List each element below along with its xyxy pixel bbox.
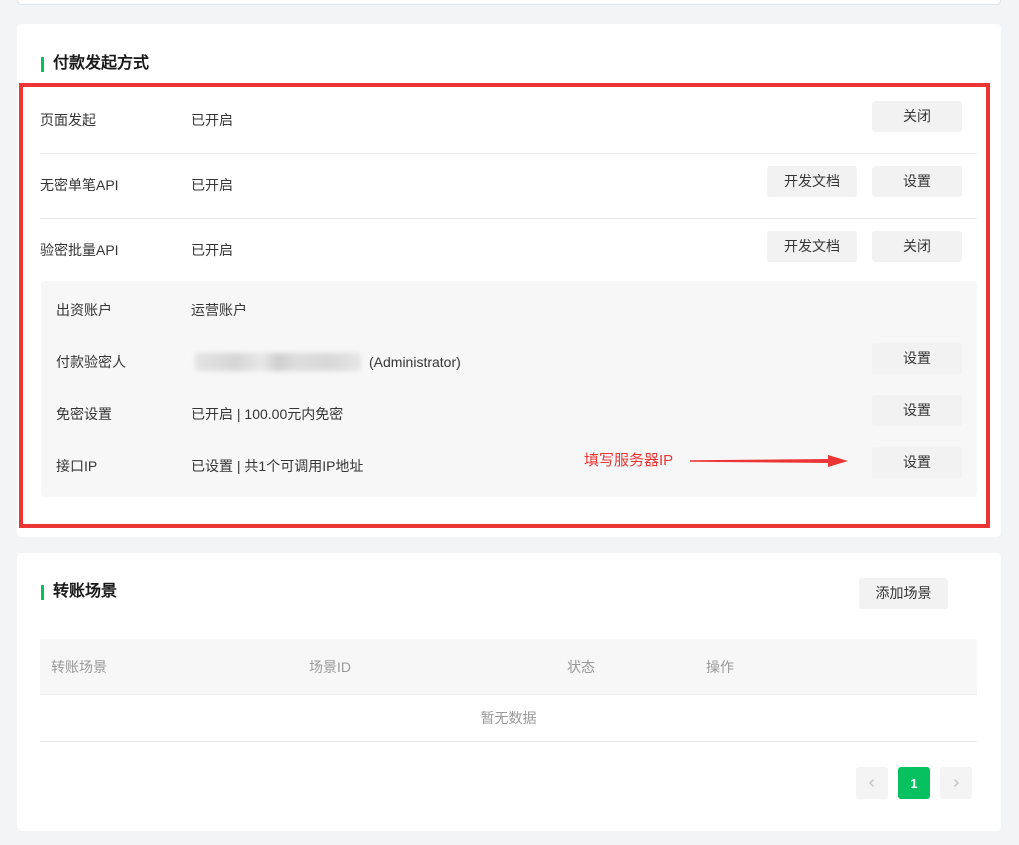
funding-account-value: 运营账户 [191, 302, 247, 318]
chevron-right-icon [954, 779, 959, 787]
close-page-method-button[interactable]: 关闭 [872, 101, 962, 132]
funding-account-label: 出资账户 [56, 302, 112, 318]
page-number-current[interactable]: 1 [898, 767, 930, 799]
empty-table-row: 暂无数据 [40, 695, 977, 742]
password-free-settings-button[interactable]: 设置 [872, 395, 962, 426]
transfer-scenes-card: 转账场景 添加场景 转账场景 场景ID 状态 操作 暂无数据 1 [17, 553, 1001, 831]
prev-page-button[interactable] [856, 767, 888, 799]
scenes-table-header: 转账场景 场景ID 状态 操作 [40, 639, 977, 695]
column-header-actions: 操作 [706, 659, 734, 675]
api-ip-label: 接口IP [56, 458, 98, 474]
add-scene-button[interactable]: 添加场景 [859, 578, 948, 609]
api-ip-settings-button[interactable]: 设置 [872, 447, 962, 478]
method-status-page: 已开启 [191, 112, 233, 128]
arrow-right-icon [690, 455, 848, 467]
method-label-page: 页面发起 [40, 112, 96, 128]
password-free-label: 免密设置 [56, 406, 112, 422]
method-status-single-api: 已开启 [191, 177, 233, 193]
method-status-batch-api: 已开启 [191, 242, 233, 258]
row-divider [40, 153, 977, 154]
redacted-approver-name [195, 353, 361, 371]
empty-state-text: 暂无数据 [480, 710, 537, 726]
transfer-scenes-title: 转账场景 [53, 583, 118, 600]
password-free-value: 已开启 | 100.00元内免密 [191, 406, 344, 422]
close-batch-api-button[interactable]: 关闭 [872, 231, 962, 262]
api-ip-value: 已设置 | 共1个可调用IP地址 [191, 458, 364, 474]
section-title-accent [41, 585, 44, 600]
payment-methods-title: 付款发起方式 [53, 55, 150, 72]
batch-api-docs-button[interactable]: 开发文档 [767, 231, 857, 262]
column-header-scene: 转账场景 [51, 659, 107, 675]
single-api-settings-button[interactable]: 设置 [872, 166, 962, 197]
payment-methods-card: 付款发起方式 页面发起 已开启 关闭 无密单笔API 已开启 开发文档 设置 验… [17, 24, 1001, 537]
method-label-batch-api: 验密批量API [40, 242, 119, 258]
row-divider [40, 218, 977, 219]
payment-approver-role: (Administrator) [369, 354, 461, 370]
single-api-docs-button[interactable]: 开发文档 [767, 166, 857, 197]
previous-card-edge [17, 0, 1001, 5]
column-header-scene-id: 场景ID [309, 659, 351, 675]
approver-settings-button[interactable]: 设置 [872, 343, 962, 374]
column-header-status: 状态 [567, 659, 595, 675]
method-label-single-api: 无密单笔API [40, 177, 119, 193]
next-page-button[interactable] [940, 767, 972, 799]
payment-approver-label: 付款验密人 [56, 354, 126, 370]
chevron-left-icon [869, 779, 874, 787]
section-title-accent [41, 57, 44, 72]
annotation-text: 填写服务器IP [584, 452, 674, 469]
